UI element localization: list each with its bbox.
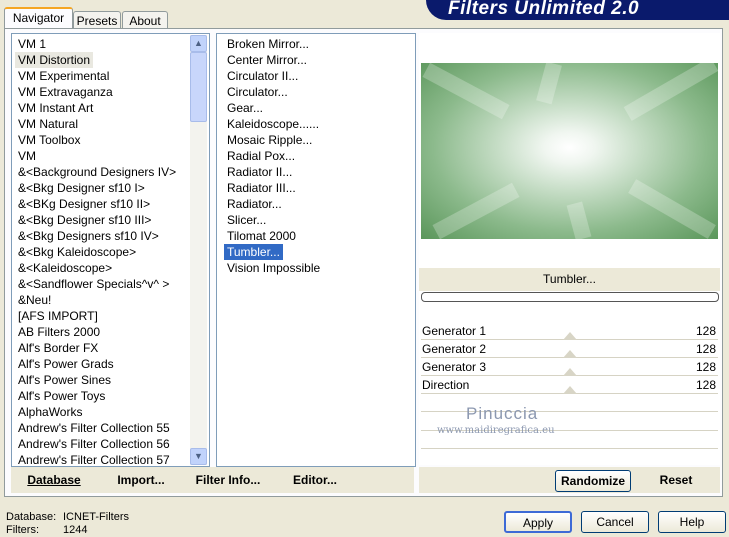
empty-param-slot (421, 448, 718, 449)
filters-status-label: Filters: (6, 524, 39, 536)
preview-spike (628, 179, 716, 239)
category-item[interactable]: &<Bkg Designers sf10 IV> (15, 228, 162, 244)
category-item[interactable]: &<Bkg Designer sf10 I> (15, 180, 148, 196)
param-slider-row[interactable]: Generator 1 128 (421, 323, 718, 340)
preview-spike (566, 201, 592, 241)
param-slider-thumb[interactable] (563, 368, 577, 376)
category-item[interactable]: &<Sandflower Specials^v^ > (15, 276, 172, 292)
scroll-down-button[interactable]: ▼ (190, 448, 207, 465)
category-item[interactable]: &<Kaleidoscope> (15, 260, 115, 276)
editor-button[interactable]: Editor... (288, 469, 342, 491)
progress-bar (421, 292, 719, 302)
filter-item[interactable]: Gear... (224, 100, 266, 116)
filter-item[interactable]: Tumbler... (224, 244, 283, 260)
filter-list[interactable]: Broken Mirror... Center Mirror... Circulat… (216, 33, 416, 467)
param-slider-row[interactable]: Generator 3 128 (421, 359, 718, 376)
category-item[interactable]: &<Bkg Kaleidoscope> (15, 244, 139, 260)
import-button[interactable]: Import... (110, 469, 172, 491)
tab-presets-label: Presets (76, 14, 118, 28)
preview-spike (422, 62, 510, 120)
category-item[interactable]: VM 1 (15, 36, 49, 52)
param-label: Generator 3 (422, 360, 487, 374)
randomize-button[interactable]: Randomize (555, 470, 631, 492)
filter-item[interactable]: Slicer... (224, 212, 269, 228)
scroll-up-button[interactable]: ▲ (190, 35, 207, 52)
filter-item[interactable]: Kaleidoscope...... (224, 116, 322, 132)
category-item[interactable]: Alf's Power Sines (15, 372, 114, 388)
banner-title: Filters Unlimited 2.0 (448, 0, 640, 19)
filter-name-label: Tumbler... (543, 272, 596, 286)
param-label: Generator 1 (422, 324, 487, 338)
preview-spike (623, 57, 719, 121)
param-label: Generator 2 (422, 342, 487, 356)
watermark-url: www.maidiregrafica.eu (437, 425, 555, 436)
param-value: 128 (695, 342, 716, 356)
param-slider-thumb[interactable] (563, 332, 577, 340)
category-list[interactable]: VM 1 VM Distortion VM Experimental VM Extra… (11, 33, 210, 467)
category-item[interactable]: Alf's Power Grads (15, 356, 117, 372)
category-item[interactable]: VM (15, 148, 39, 164)
param-slider-row[interactable]: Direction 128 (421, 377, 718, 394)
param-slider-thumb[interactable] (563, 350, 577, 358)
category-item[interactable]: Andrew's Filter Collection 56 (15, 436, 173, 452)
watermark-name: Pinuccia (466, 404, 539, 423)
tab-navigator[interactable]: Navigator (4, 7, 73, 30)
category-item[interactable]: Alf's Border FX (15, 340, 101, 356)
param-value: 128 (695, 360, 716, 374)
param-slider-thumb[interactable] (563, 386, 577, 394)
param-slider-row[interactable]: Generator 2 128 (421, 341, 718, 358)
filter-item[interactable]: Circulator... (224, 84, 291, 100)
category-item[interactable]: Andrew's Filter Collection 55 (15, 420, 173, 436)
param-label: Direction (422, 378, 470, 392)
filter-item[interactable]: Radiator... (224, 196, 285, 212)
filter-item[interactable]: Tilomat 2000 (224, 228, 299, 244)
filter-item[interactable]: Center Mirror... (224, 52, 310, 68)
category-scrollbar[interactable]: ▲ ▼ (190, 35, 207, 465)
chevron-down-icon: ▼ (194, 451, 203, 461)
category-item[interactable]: &<Background Designers IV> (15, 164, 179, 180)
category-item[interactable]: VM Distortion (15, 52, 94, 68)
filter-item[interactable]: Vision Impossible (224, 260, 323, 276)
category-item[interactable]: VM Instant Art (15, 100, 96, 116)
param-value: 128 (695, 378, 716, 392)
category-item[interactable]: VM Toolbox (15, 132, 83, 148)
category-item[interactable]: [AFS IMPORT] (15, 308, 101, 324)
chevron-up-icon: ▲ (194, 38, 203, 48)
category-item[interactable]: VM Natural (15, 116, 81, 132)
filter-item[interactable]: Radial Pox... (224, 148, 298, 164)
filter-item[interactable]: Mosaic Ripple... (224, 132, 315, 148)
category-item[interactable]: VM Extravaganza (15, 84, 116, 100)
param-value: 128 (695, 324, 716, 338)
category-item[interactable]: &Neu! (15, 292, 54, 308)
filter-info-button[interactable]: Filter Info... (190, 469, 266, 491)
tab-about-label: About (129, 14, 161, 28)
category-item[interactable]: &<BKg Designer sf10 II> (15, 196, 153, 212)
filter-item[interactable]: Radiator III... (224, 180, 299, 196)
category-item[interactable]: Andrew's Filter Collection 57 (15, 452, 173, 468)
tab-navigator-label: Navigator (12, 11, 65, 25)
preview-spike (536, 61, 562, 105)
filter-item[interactable]: Circulator II... (224, 68, 301, 84)
reset-button[interactable]: Reset (646, 473, 706, 487)
database-status-label: Database: (6, 511, 57, 523)
preview-spike (432, 182, 520, 240)
filter-item[interactable]: Broken Mirror... (224, 36, 312, 52)
category-item[interactable]: VM Experimental (15, 68, 112, 84)
filters-status-value: 1244 (63, 524, 88, 536)
help-button[interactable]: Help (658, 511, 726, 533)
category-item[interactable]: Alf's Power Toys (15, 388, 108, 404)
category-item[interactable]: AlphaWorks (15, 404, 85, 420)
database-button[interactable]: Database (20, 469, 88, 491)
database-status-value: ICNET-Filters (63, 511, 129, 523)
apply-button[interactable]: Apply (504, 511, 572, 533)
cancel-button[interactable]: Cancel (581, 511, 649, 533)
category-item[interactable]: &<Bkg Designer sf10 III> (15, 212, 154, 228)
scroll-thumb[interactable] (190, 52, 207, 122)
filter-item[interactable]: Radiator II... (224, 164, 295, 180)
filter-preview (421, 57, 719, 241)
category-item[interactable]: AB Filters 2000 (15, 324, 103, 340)
